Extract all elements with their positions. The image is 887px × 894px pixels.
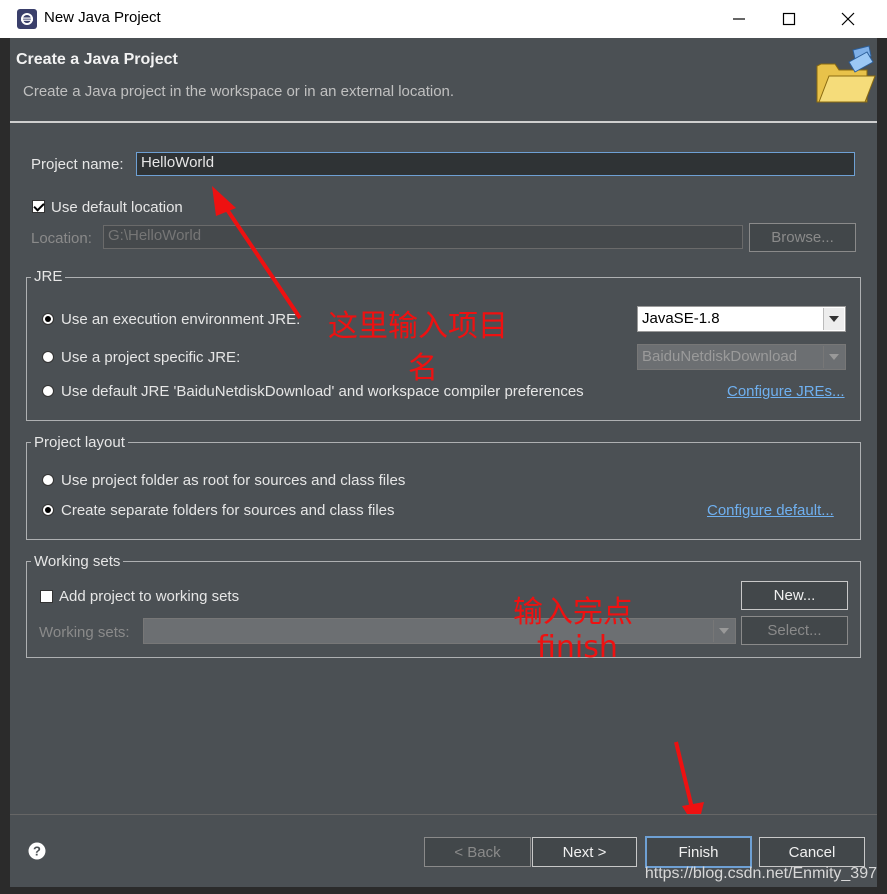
cancel-button[interactable]: Cancel bbox=[759, 837, 865, 867]
arrow-to-project-name bbox=[212, 186, 302, 320]
back-button[interactable]: < Back bbox=[424, 837, 531, 867]
next-button[interactable]: Next > bbox=[532, 837, 637, 867]
annotation-arrows bbox=[212, 186, 704, 830]
watermark-url: https://blog.csdn.net/Enmity_397 bbox=[644, 865, 877, 882]
help-icon[interactable]: ? bbox=[28, 842, 46, 860]
svg-text:?: ? bbox=[33, 844, 41, 859]
finish-button[interactable]: Finish bbox=[645, 836, 752, 868]
